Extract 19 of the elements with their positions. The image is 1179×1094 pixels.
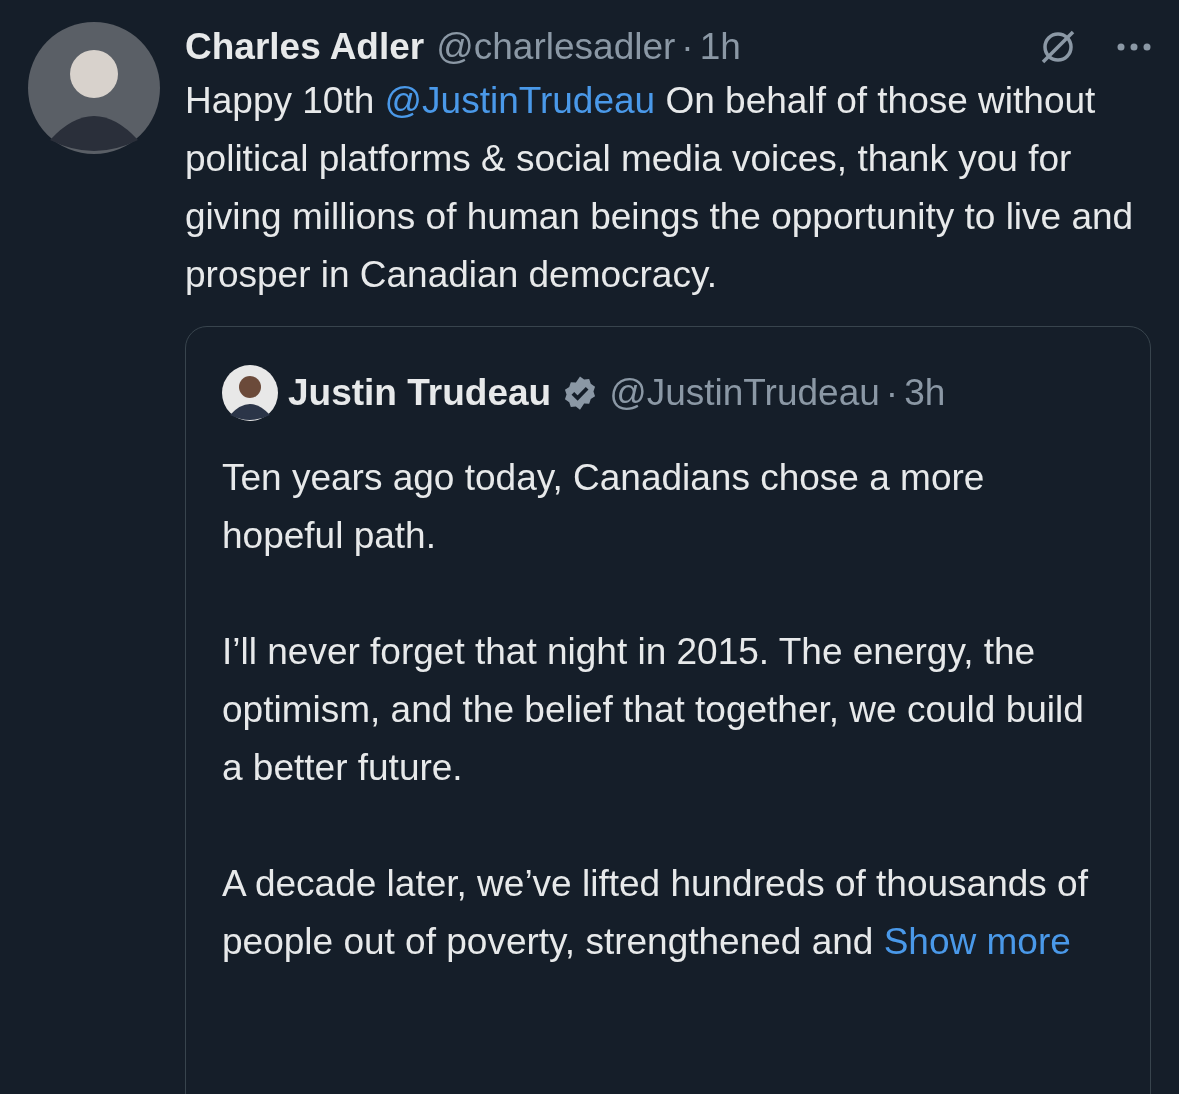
more-options-icon[interactable] [1117,43,1151,51]
author-handle[interactable]: @JustinTrudeau [609,372,880,414]
avatar[interactable] [222,365,278,421]
post-time[interactable]: 3h [904,372,946,414]
post-text: Happy 10th @JustinTrudeau On behalf of those without political platforms & social media voices, thank you for giving millions of human beings the opportunity to live and prosper in Canadian democracy. [185,79,1135,297]
avatar[interactable] [28,22,160,154]
mention-link[interactable]: @JustinTrudeau [384,80,656,121]
post-time[interactable]: 1h [699,26,741,68]
paragraph: I’ll never forget that night in 2015. The energy, the optimism, and the belief that together, we could build a better future. [222,630,1085,790]
paragraph: Ten years ago today, Canadians chose a more hopeful path. [222,456,986,558]
paragraph: A decade later, we’ve lifted hundreds of thousands of people out of poverty, strengthened and Show more [222,862,1089,964]
slashed-circle-icon[interactable] [1039,28,1077,66]
quoted-post-card[interactable] [185,326,1151,1094]
author-name[interactable]: Justin Trudeau [288,372,552,414]
author-name[interactable]: Charles Adler [185,26,425,68]
show-more-link[interactable]: Show more [883,921,1071,962]
separator-dot: · [681,26,694,68]
author-handle[interactable]: @charlesadler [436,26,676,68]
separator-dot: · [885,372,899,414]
